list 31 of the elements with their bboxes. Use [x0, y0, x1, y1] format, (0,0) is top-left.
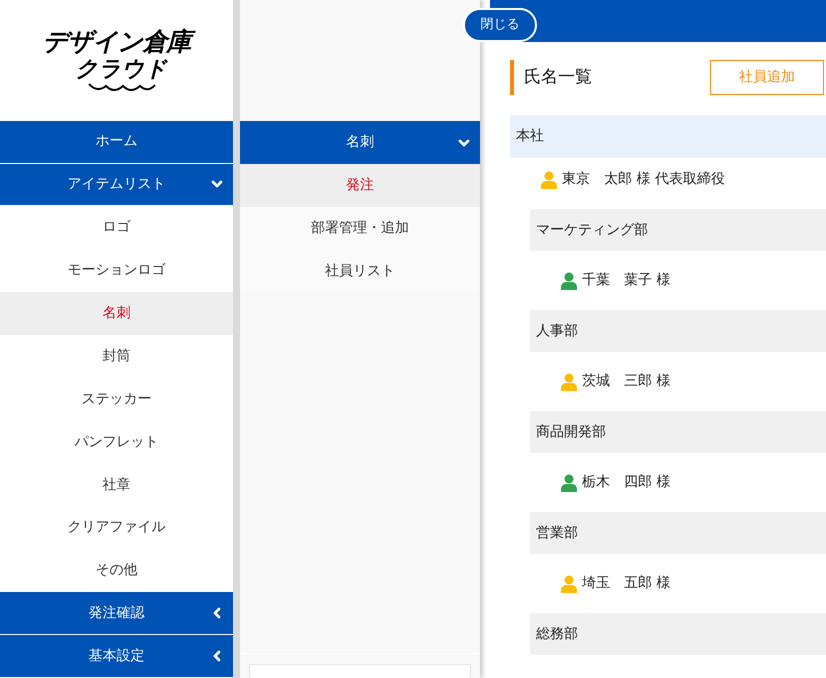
logo-text: デザイン倉庫	[38, 27, 194, 58]
close-bubble[interactable]: 閉じる	[463, 8, 537, 42]
page-title: 氏名一覧	[510, 60, 592, 95]
tree-row[interactable]: 営業部	[530, 512, 826, 554]
submenu-item[interactable]: 社員リスト	[240, 250, 480, 293]
sidebar-item[interactable]: クリアファイル	[0, 506, 233, 550]
sidebar-item[interactable]: ステッカー	[0, 378, 233, 421]
submenu-item[interactable]: 発注	[240, 164, 480, 207]
sidebar-header[interactable]: 発注確認	[0, 592, 233, 634]
submenu-header[interactable]: 名刺	[240, 121, 480, 164]
sidebar-header[interactable]: 基本設定	[0, 635, 233, 678]
sidebar-item[interactable]: 封筒	[0, 335, 233, 378]
sidebar-item[interactable]: ロゴ	[0, 206, 233, 250]
logo-text: クラウド	[74, 57, 169, 84]
sidebar-header[interactable]: ホーム	[0, 120, 233, 163]
sidebar-item[interactable]: その他	[0, 549, 233, 592]
person-name[interactable]: 埼玉 五郎 様	[582, 573, 670, 594]
sidebar-item[interactable]: 社章	[0, 464, 233, 507]
person-name[interactable]: 千葉 葉子 様	[582, 270, 670, 291]
tree-row[interactable]: マーケティング部	[530, 209, 826, 251]
person-name[interactable]: 茨城 三郎 様	[582, 371, 670, 392]
sidebar-item[interactable]: モーションロゴ	[0, 249, 233, 292]
person-name[interactable]: 東京 太郎 様 代表取締役	[562, 169, 725, 190]
sidebar-item[interactable]: 名刺	[0, 292, 233, 336]
tree-row[interactable]: 人事部	[530, 310, 826, 352]
person-name[interactable]: 栃木 四郎 様	[582, 472, 670, 493]
submenu-item[interactable]: 部署管理・追加	[240, 207, 480, 250]
sidebar-item[interactable]: パンフレット	[0, 420, 233, 464]
sidebar-header[interactable]: アイテムリスト	[0, 164, 233, 206]
tree-row[interactable]: 総務部	[530, 613, 826, 655]
tree-row[interactable]: 商品開発部	[530, 411, 826, 453]
